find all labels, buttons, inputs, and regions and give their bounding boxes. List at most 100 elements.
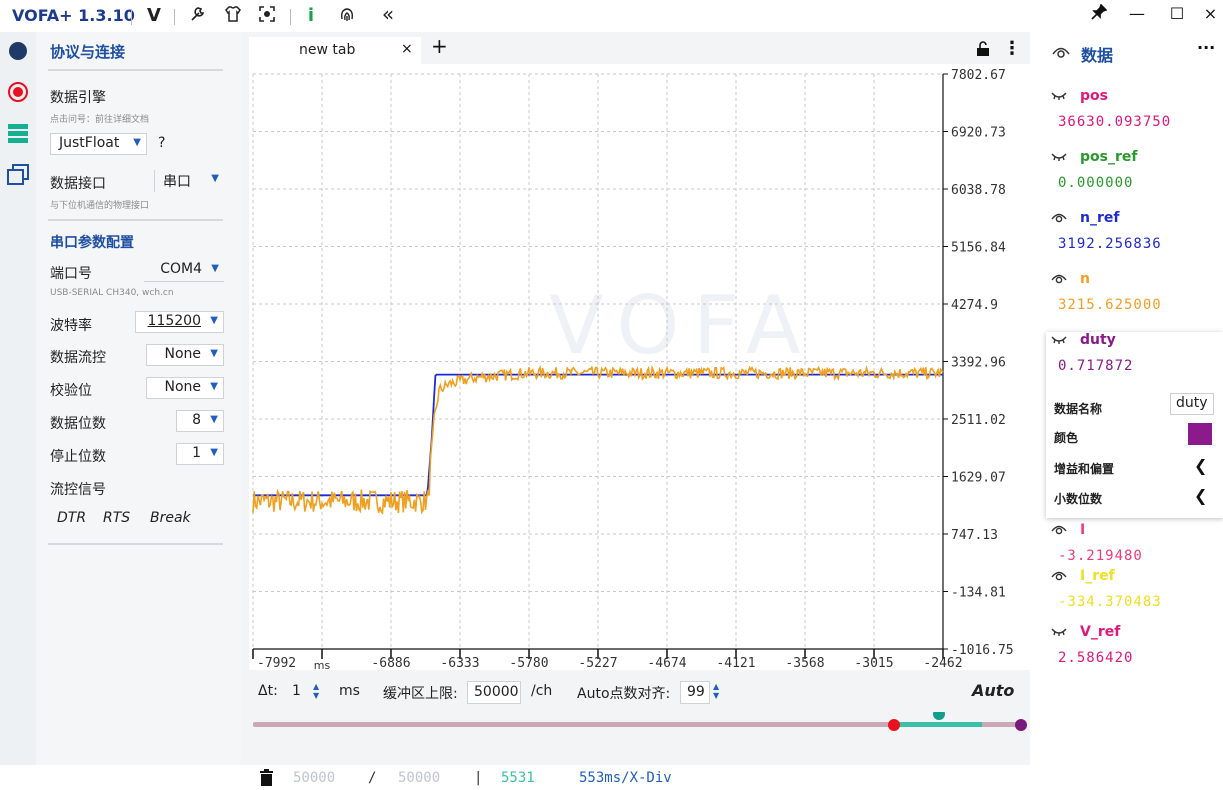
color-swatch[interactable] <box>1188 423 1212 445</box>
app-title: VOFA+ 1.3.10 <box>12 6 135 25</box>
status-bar: | <box>474 770 483 786</box>
channel-value: 0.717872 <box>1058 358 1134 374</box>
baud-value: 115200 <box>147 313 201 329</box>
eye-icon[interactable] <box>1051 569 1067 586</box>
interface-label: 数据接口 <box>50 176 106 192</box>
interface-select[interactable]: 串口 ▼ <box>154 170 224 192</box>
dt-spinner[interactable]: ▲ ▼ <box>313 682 323 700</box>
channel-name: n_ref <box>1080 210 1120 226</box>
capture-icon[interactable] <box>256 5 278 28</box>
parity-select[interactable]: None ▼ <box>146 377 224 399</box>
engine-label: 数据引擎 <box>50 90 106 106</box>
auto-align-input[interactable]: 99 <box>680 681 710 704</box>
collapse-icon[interactable]: « <box>377 2 399 26</box>
y-tick-label: 4274.9 <box>951 298 998 313</box>
x-tick-label: -6886 <box>371 656 410 670</box>
eye-closed-icon[interactable] <box>1051 625 1067 642</box>
buffer-label: 缓冲区上限: <box>383 686 458 702</box>
flow-control-select[interactable]: None ▼ <box>146 344 224 366</box>
tab-label: new tab <box>299 42 356 58</box>
minimize-button[interactable]: — <box>1122 4 1152 28</box>
connect-icon[interactable] <box>5 38 31 64</box>
baud-select[interactable]: 115200 ▼ <box>135 311 224 333</box>
record-icon[interactable] <box>5 79 31 105</box>
chevron-left-icon[interactable]: ❮ <box>1194 456 1207 475</box>
divider <box>48 219 223 221</box>
close-icon[interactable]: × <box>401 41 413 57</box>
eye-closed-icon[interactable] <box>1051 89 1067 106</box>
channel-name: I <box>1080 522 1086 538</box>
help-button[interactable]: ? <box>158 135 165 151</box>
channel-value: 3215.625000 <box>1058 297 1162 313</box>
x-tick-label: -6333 <box>440 656 479 670</box>
auto-button[interactable]: Auto <box>972 681 1014 700</box>
auto-align-spinner[interactable]: ▲ ▼ <box>713 682 723 700</box>
gain-offset-label: 增益和偏置 <box>1054 462 1115 476</box>
tab-new-tab[interactable]: new tab × <box>249 37 421 64</box>
engine-hint: 点击问号：前往详细文档 <box>50 115 150 125</box>
lock-icon[interactable] <box>976 41 990 60</box>
stopbits-label: 停止位数 <box>50 449 106 465</box>
x-tick-label: -3015 <box>854 656 893 670</box>
port-value: COM4 <box>160 261 202 277</box>
port-select[interactable]: COM4 ▼ <box>144 260 224 282</box>
activity-bar <box>0 32 36 765</box>
chevron-down-icon: ▼ <box>211 173 219 184</box>
flow-signal-label: 流控信号 <box>50 482 106 498</box>
name-input[interactable]: duty <box>1170 393 1214 415</box>
channel-value: -334.370483 <box>1058 594 1162 610</box>
databits-select[interactable]: 8 ▼ <box>176 410 224 432</box>
more-options-icon[interactable]: ⋮ <box>1003 38 1021 59</box>
windows-icon[interactable] <box>5 162 31 188</box>
chevron-down-icon: ▼ <box>133 137 141 148</box>
dtr-button[interactable]: DTR <box>57 510 86 526</box>
eye-icon[interactable] <box>1051 211 1067 228</box>
fingerprint-icon[interactable] <box>336 5 358 28</box>
status-div: 553ms/X-Div <box>579 770 672 786</box>
status-total: 50000 <box>398 770 441 786</box>
slider-start-handle <box>888 719 900 731</box>
trash-icon[interactable] <box>259 769 274 790</box>
eye-icon[interactable] <box>1051 272 1067 289</box>
engine-select[interactable]: JustFloat ▼ <box>50 133 147 155</box>
chevron-left-icon[interactable]: ❮ <box>1194 486 1207 505</box>
dt-input[interactable]: 1 <box>288 681 312 704</box>
info-icon[interactable]: i <box>300 5 322 26</box>
x-tick-label: -7992 <box>257 656 296 670</box>
maximize-button[interactable]: ☐ <box>1162 4 1192 28</box>
x-tick-label: -2462 <box>923 656 962 670</box>
parity-value: None <box>164 379 201 395</box>
pin-icon[interactable] <box>1084 3 1114 28</box>
eye-closed-icon[interactable] <box>1051 333 1067 350</box>
more-icon[interactable]: ··· <box>1197 38 1215 57</box>
plot-area[interactable]: VOFA 7802.67 6920.73 6038.78 5156.84 4274.9 3… <box>249 64 1030 670</box>
buffer-input[interactable]: 50000 <box>467 681 521 704</box>
range-slider[interactable] <box>251 712 1031 736</box>
y-tick-label: 2511.02 <box>951 413 1006 428</box>
channel-value: -3.219480 <box>1058 548 1143 564</box>
y-tick-label: -134.81 <box>951 586 1006 601</box>
x-tick-label: -5227 <box>578 656 617 670</box>
status-count: 50000 <box>293 770 336 786</box>
slider-mid-handle <box>933 712 945 720</box>
channel-name: n <box>1080 271 1090 287</box>
list-icon[interactable] <box>5 121 31 147</box>
add-tab-button[interactable]: + <box>431 36 448 56</box>
shirt-icon[interactable] <box>222 5 244 28</box>
x-tick-label: -5780 <box>509 656 548 670</box>
channel-value: 3192.256836 <box>1058 236 1162 252</box>
stopbits-select[interactable]: 1 ▼ <box>176 443 224 465</box>
serial-config-title: 串口参数配置 <box>50 235 134 251</box>
eye-icon[interactable] <box>1052 44 1070 63</box>
rts-button[interactable]: RTS <box>103 510 130 526</box>
wrench-icon[interactable] <box>186 5 208 28</box>
line-chart[interactable]: 7802.67 6920.73 6038.78 5156.84 4274.9 3392.9… <box>249 64 1030 670</box>
break-button[interactable]: Break <box>150 510 191 526</box>
buffer-unit: /ch <box>531 683 553 699</box>
parity-label: 校验位 <box>50 383 92 399</box>
eye-icon[interactable] <box>1051 523 1067 540</box>
close-window-button[interactable]: × <box>1198 4 1223 28</box>
databits-value: 8 <box>192 412 201 428</box>
eye-closed-icon[interactable] <box>1051 150 1067 167</box>
vofa-logo-icon[interactable]: V <box>143 5 165 26</box>
